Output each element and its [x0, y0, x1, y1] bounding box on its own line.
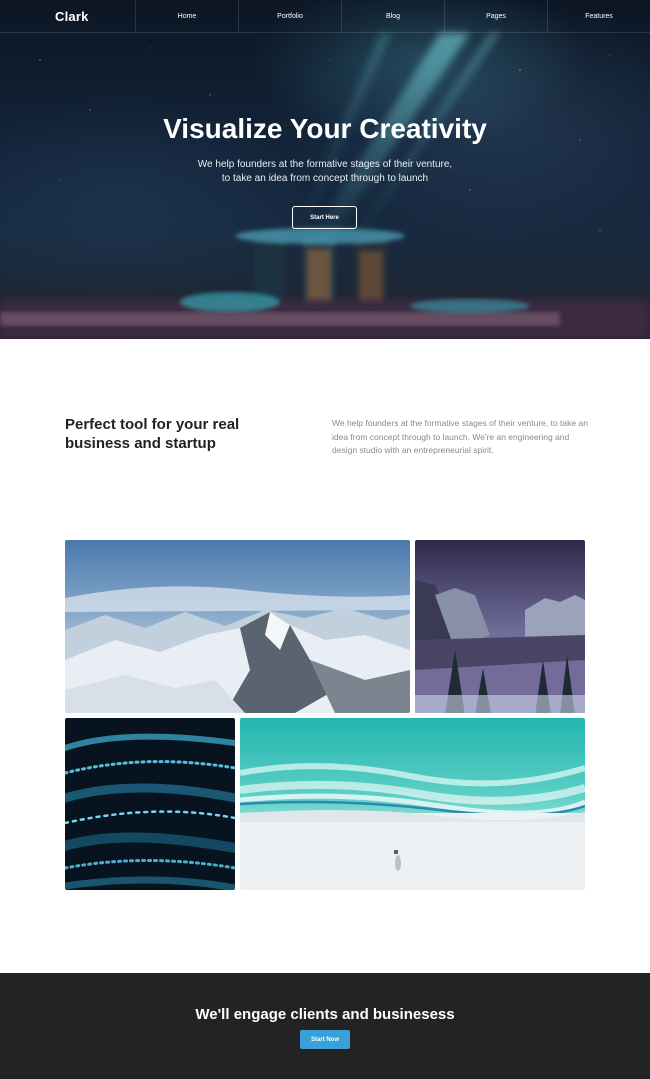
- start-now-button[interactable]: Start Now: [300, 1030, 350, 1049]
- nav-item-blog[interactable]: Blog: [341, 0, 444, 33]
- intro-heading-line-2: business and startup: [65, 435, 216, 452]
- intro-description: We help founders at the formative stages…: [332, 418, 588, 455]
- valley-mountains-photo[interactable]: [415, 540, 585, 713]
- brand-logo[interactable]: Clark: [0, 9, 135, 24]
- nav-menu: Home Portfolio Blog Pages Features: [135, 0, 650, 33]
- nav-item-portfolio[interactable]: Portfolio: [238, 0, 341, 33]
- hero-section: Clark Home Portfolio Blog Pages Features…: [0, 0, 650, 339]
- cta-title: We'll engage clients and businesess: [195, 1006, 455, 1023]
- nav-item-pages[interactable]: Pages: [444, 0, 547, 33]
- hero-subtitle-line-1: We help founders at the formative stages…: [197, 159, 453, 170]
- hero-title: Visualize Your Creativity: [163, 113, 487, 144]
- nav-item-features[interactable]: Features: [547, 0, 650, 33]
- turquoise-beach-aerial-photo[interactable]: [240, 718, 585, 890]
- intro-heading-line-1: Perfect tool for your real: [65, 416, 240, 433]
- blue-light-bokeh-photo[interactable]: [65, 718, 235, 890]
- hero-subtitle-line-2: to take an idea from concept through to …: [221, 173, 429, 184]
- cta-section: We'll engage clients and businesess Star…: [0, 973, 650, 1079]
- nav-item-home[interactable]: Home: [135, 0, 238, 33]
- intro-heading: Perfect tool for your real business and …: [65, 415, 285, 453]
- hero-subtitle: We help founders at the formative stages…: [0, 158, 650, 186]
- start-here-button[interactable]: Start Here: [292, 206, 357, 229]
- top-navbar: Clark Home Portfolio Blog Pages Features: [0, 0, 650, 33]
- snowy-mountains-photo[interactable]: [65, 540, 410, 713]
